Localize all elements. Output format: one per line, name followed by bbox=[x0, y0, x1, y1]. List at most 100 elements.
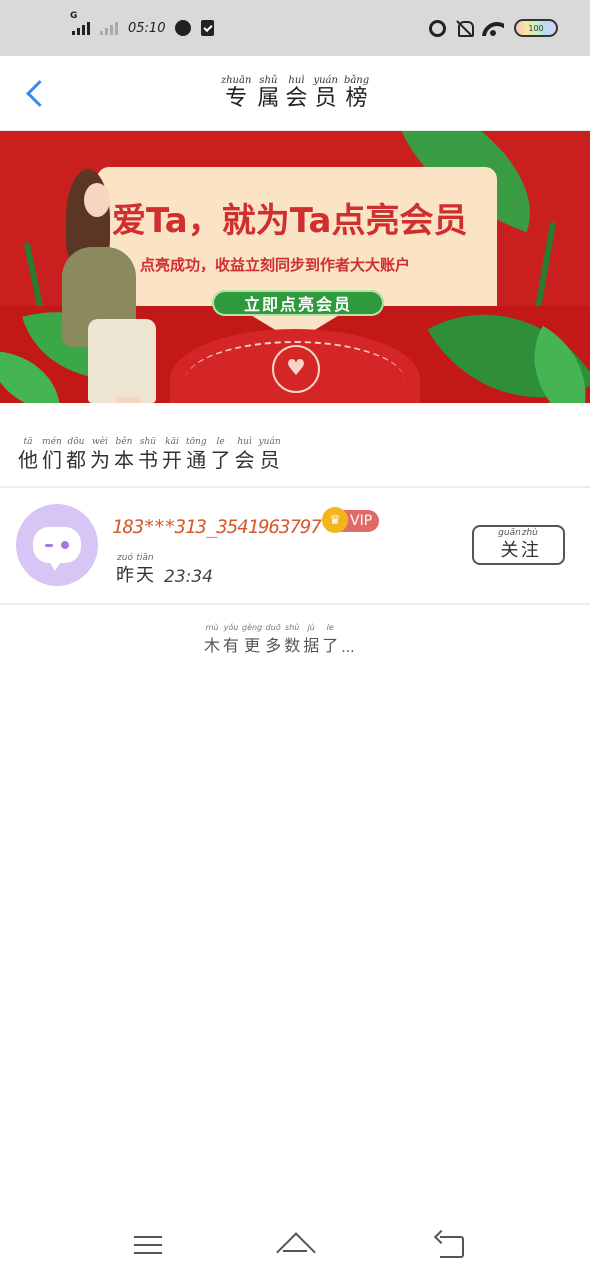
caption-char-hanzi: 会 bbox=[234, 448, 255, 472]
bell-off-icon bbox=[456, 20, 474, 37]
member-name: 183***313_3541963797 bbox=[112, 516, 322, 538]
section-caption: tā 他 mén 们 dōu 都 wèi 为 běn 本 shū 书 kāi 开 tōng 通 le 了 huì 会 y… bbox=[18, 436, 281, 472]
clipboard-check-icon bbox=[201, 20, 215, 36]
caption-char-hanzi: 本 bbox=[114, 448, 134, 472]
title-char-hanzi: 专 bbox=[225, 86, 248, 111]
heart-seal-icon: ♥ bbox=[272, 345, 320, 393]
vip-badge-label: VIP bbox=[350, 513, 373, 529]
follow-label-char-pinyin: guān bbox=[498, 528, 521, 538]
member-time-value: 23:34 bbox=[164, 567, 213, 587]
follow-label-char-hanzi: 注 bbox=[520, 540, 539, 561]
caption-char: mén 们 bbox=[42, 436, 62, 472]
list-item[interactable]: 183***313_3541963797 ♛ VIP zuó 昨 tiān 天 23:… bbox=[0, 490, 590, 602]
battery-icon: 100 bbox=[514, 19, 558, 37]
caption-char-hanzi: 了 bbox=[210, 448, 231, 472]
caption-char-pinyin: yuán bbox=[258, 437, 281, 447]
promo-banner[interactable]: ♥ 爱Ta，就为Ta点亮会员 点亮成功，收益立刻同步到作者大大账户 立即点亮会员 bbox=[0, 131, 590, 403]
home-icon[interactable] bbox=[275, 1230, 315, 1260]
caption-char-pinyin: le bbox=[216, 437, 225, 447]
time-word-char-pinyin: tiān bbox=[136, 553, 154, 563]
caption-char: běn 本 bbox=[114, 436, 134, 472]
follow-label-char-hanzi: 关 bbox=[500, 540, 519, 561]
caption-char-hanzi: 们 bbox=[42, 448, 62, 472]
no-more-char-hanzi: 木 bbox=[204, 636, 221, 655]
caption-char-hanzi: 通 bbox=[186, 448, 207, 472]
no-more-char-pinyin: shù bbox=[285, 623, 300, 632]
no-more-data-text: mù 木 yǒu 有 gèng 更 duō 多 shù 数 jù 据 le 了 ... bbox=[204, 622, 355, 658]
time-word-char: tiān 天 bbox=[136, 552, 154, 588]
caption-char-pinyin: běn bbox=[115, 437, 133, 447]
caption-char-pinyin: tā bbox=[23, 437, 33, 447]
title-char: bǎng 榜 bbox=[344, 75, 369, 111]
menu-icon[interactable] bbox=[128, 1230, 168, 1260]
follow-label-char-pinyin: zhù bbox=[521, 528, 538, 538]
system-nav-bar bbox=[0, 1210, 590, 1280]
caption-char-hanzi: 为 bbox=[90, 448, 110, 472]
no-more-char-pinyin: le bbox=[326, 623, 334, 632]
caption-char: shū 书 bbox=[138, 436, 158, 472]
no-more-char: mù 木 bbox=[204, 622, 220, 658]
caption-char: tōng 通 bbox=[186, 436, 207, 472]
no-more-char-hanzi: 多 bbox=[265, 636, 282, 655]
banner-title: 爱Ta，就为Ta点亮会员 bbox=[112, 201, 468, 241]
alarm-icon bbox=[429, 19, 446, 37]
title-char: huì 会 bbox=[285, 75, 307, 111]
no-more-char: yǒu 有 bbox=[223, 622, 239, 658]
light-up-vip-button[interactable]: 立即点亮会员 bbox=[212, 290, 384, 316]
page-header: zhuān 专 shǔ 属 huì 会 yuán 员 bǎng 榜 bbox=[0, 56, 590, 131]
time-word-char-hanzi: 天 bbox=[136, 565, 154, 586]
avatar[interactable] bbox=[16, 504, 98, 586]
caption-char: kāi 开 bbox=[162, 436, 182, 472]
status-right: 100 bbox=[429, 19, 558, 37]
vip-badge: ♛ VIP bbox=[322, 507, 380, 533]
signal-icon: G bbox=[70, 11, 90, 35]
status-bar: G 05:10 100 bbox=[0, 0, 590, 56]
follow-button[interactable]: guān 关 zhù 注 bbox=[472, 525, 565, 565]
caption-char-pinyin: tōng bbox=[186, 437, 207, 447]
no-more-char: gèng 更 bbox=[242, 622, 262, 658]
caption-char-hanzi: 都 bbox=[66, 448, 86, 472]
back-icon[interactable] bbox=[430, 1230, 470, 1260]
caption-char: huì 会 bbox=[235, 436, 255, 472]
title-char: zhuān 专 bbox=[221, 75, 252, 111]
follow-label-char: zhù 注 bbox=[521, 527, 539, 563]
title-char-hanzi: 会 bbox=[285, 86, 308, 111]
caption-char: dōu 都 bbox=[66, 436, 86, 472]
caption-char-pinyin: wèi bbox=[92, 437, 108, 447]
follow-label-char: guān 关 bbox=[498, 527, 521, 563]
no-more-char-hanzi: 据 bbox=[303, 636, 320, 655]
caption-char-pinyin: huì bbox=[237, 437, 252, 447]
caption-char-pinyin: shū bbox=[139, 437, 157, 447]
caption-char-pinyin: dōu bbox=[67, 437, 85, 447]
title-char-hanzi: 员 bbox=[314, 86, 337, 111]
caption-char: wèi 为 bbox=[90, 436, 110, 472]
time-word-char-hanzi: 昨 bbox=[116, 565, 134, 586]
network-type-label: G bbox=[70, 11, 78, 21]
no-more-char: shù 数 bbox=[284, 622, 300, 658]
wifi-icon bbox=[482, 20, 504, 36]
no-more-char-hanzi: 数 bbox=[284, 636, 301, 655]
banner-subtitle: 点亮成功，收益立刻同步到作者大大账户 bbox=[140, 256, 411, 274]
status-left: G 05:10 bbox=[70, 11, 215, 36]
chevron-left-icon[interactable] bbox=[20, 78, 50, 110]
app-notification-icon bbox=[175, 20, 192, 36]
divider bbox=[0, 603, 590, 605]
signal-secondary-icon bbox=[100, 21, 118, 35]
divider bbox=[0, 486, 590, 488]
status-time: 05:10 bbox=[128, 20, 166, 36]
no-more-char-hanzi: 有 bbox=[223, 636, 240, 655]
no-more-char: duō 多 bbox=[265, 622, 281, 658]
no-more-char-hanzi: 了 bbox=[322, 636, 339, 655]
caption-char-hanzi: 他 bbox=[18, 448, 38, 472]
time-word-char-pinyin: zuó bbox=[117, 553, 133, 563]
no-more-char-pinyin: duō bbox=[265, 623, 281, 632]
title-char: yuán 员 bbox=[313, 75, 338, 111]
crown-icon: ♛ bbox=[322, 507, 348, 533]
no-more-ellipsis: ... bbox=[341, 640, 355, 656]
no-more-char: jù 据 bbox=[303, 622, 319, 658]
caption-char: tā 他 bbox=[18, 436, 38, 472]
caption-char: le 了 bbox=[211, 436, 231, 472]
member-time: zuó 昨 tiān 天 23:34 bbox=[116, 552, 213, 588]
no-more-char-pinyin: mù bbox=[205, 623, 219, 632]
no-more-char-pinyin: jù bbox=[307, 623, 315, 632]
